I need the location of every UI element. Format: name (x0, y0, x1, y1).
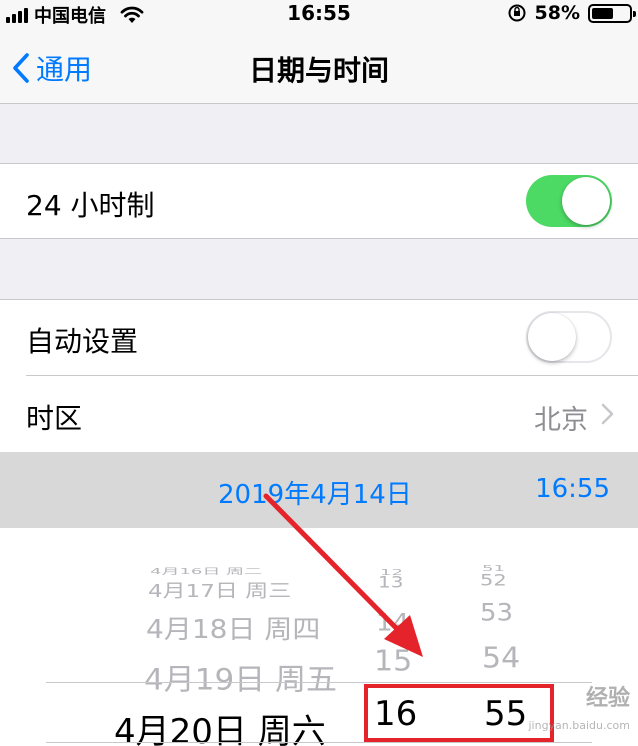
annotation-highlight-box (364, 684, 554, 742)
toggle-24-hour[interactable] (526, 175, 612, 227)
status-bar: 中国电信 16:55 58% (0, 0, 638, 27)
date-time-row: 2019年4月14日 16:55 (0, 452, 638, 528)
navigation-bar: 通用 日期与时间 (0, 26, 638, 104)
chevron-right-icon (601, 403, 614, 425)
picker-selection-line (46, 742, 592, 743)
row-timezone[interactable]: 时区 北京 (0, 375, 638, 452)
picker-date-item[interactable]: 4月18日 周四 (146, 610, 320, 647)
picker-date-item[interactable]: 4月17日 周三 (148, 576, 291, 603)
orientation-lock-icon (508, 4, 526, 22)
picker-hour-item[interactable]: 13 (378, 573, 403, 592)
date-value[interactable]: 2019年4月14日 (218, 474, 412, 511)
picker-date-item[interactable]: 4月19日 周五 (144, 655, 337, 698)
toggle-knob (562, 177, 610, 225)
row-auto-set-label: 自动设置 (26, 325, 139, 358)
battery-percent: 58% (534, 2, 580, 24)
watermark-text: 经验 (585, 686, 630, 711)
row-24-hour-label: 24 小时制 (26, 189, 155, 222)
battery-level (592, 7, 613, 19)
picker-date-selected[interactable]: 4月20日 周六 (114, 704, 326, 746)
picker-selection-line (46, 682, 592, 683)
time-value[interactable]: 16:55 (535, 474, 610, 504)
watermark-url: jingyan.baidu.com (528, 719, 630, 732)
battery-icon (588, 3, 636, 23)
picker-minute-item[interactable]: 53 (480, 599, 513, 627)
row-auto-set: 自动设置 (0, 300, 638, 375)
picker-minute-item[interactable]: 52 (480, 571, 507, 590)
row-timezone-label: 时区 (26, 402, 83, 435)
picker-hour-item[interactable]: 15 (374, 645, 412, 679)
divider (0, 238, 638, 239)
row-24-hour: 24 小时制 (0, 164, 638, 238)
toggle-auto-set[interactable] (526, 311, 612, 363)
timezone-value: 北京 (534, 405, 588, 436)
picker-hour-item[interactable]: 14 (376, 609, 409, 637)
picker-minute-item[interactable]: 54 (482, 642, 520, 676)
toggle-knob (528, 313, 576, 361)
page-title: 日期与时间 (248, 54, 389, 87)
divider (26, 375, 638, 376)
settings-screen: 中国电信 16:55 58% 通用 日期与时间 24 小时制 自动设置 时区 北… (0, 0, 638, 746)
